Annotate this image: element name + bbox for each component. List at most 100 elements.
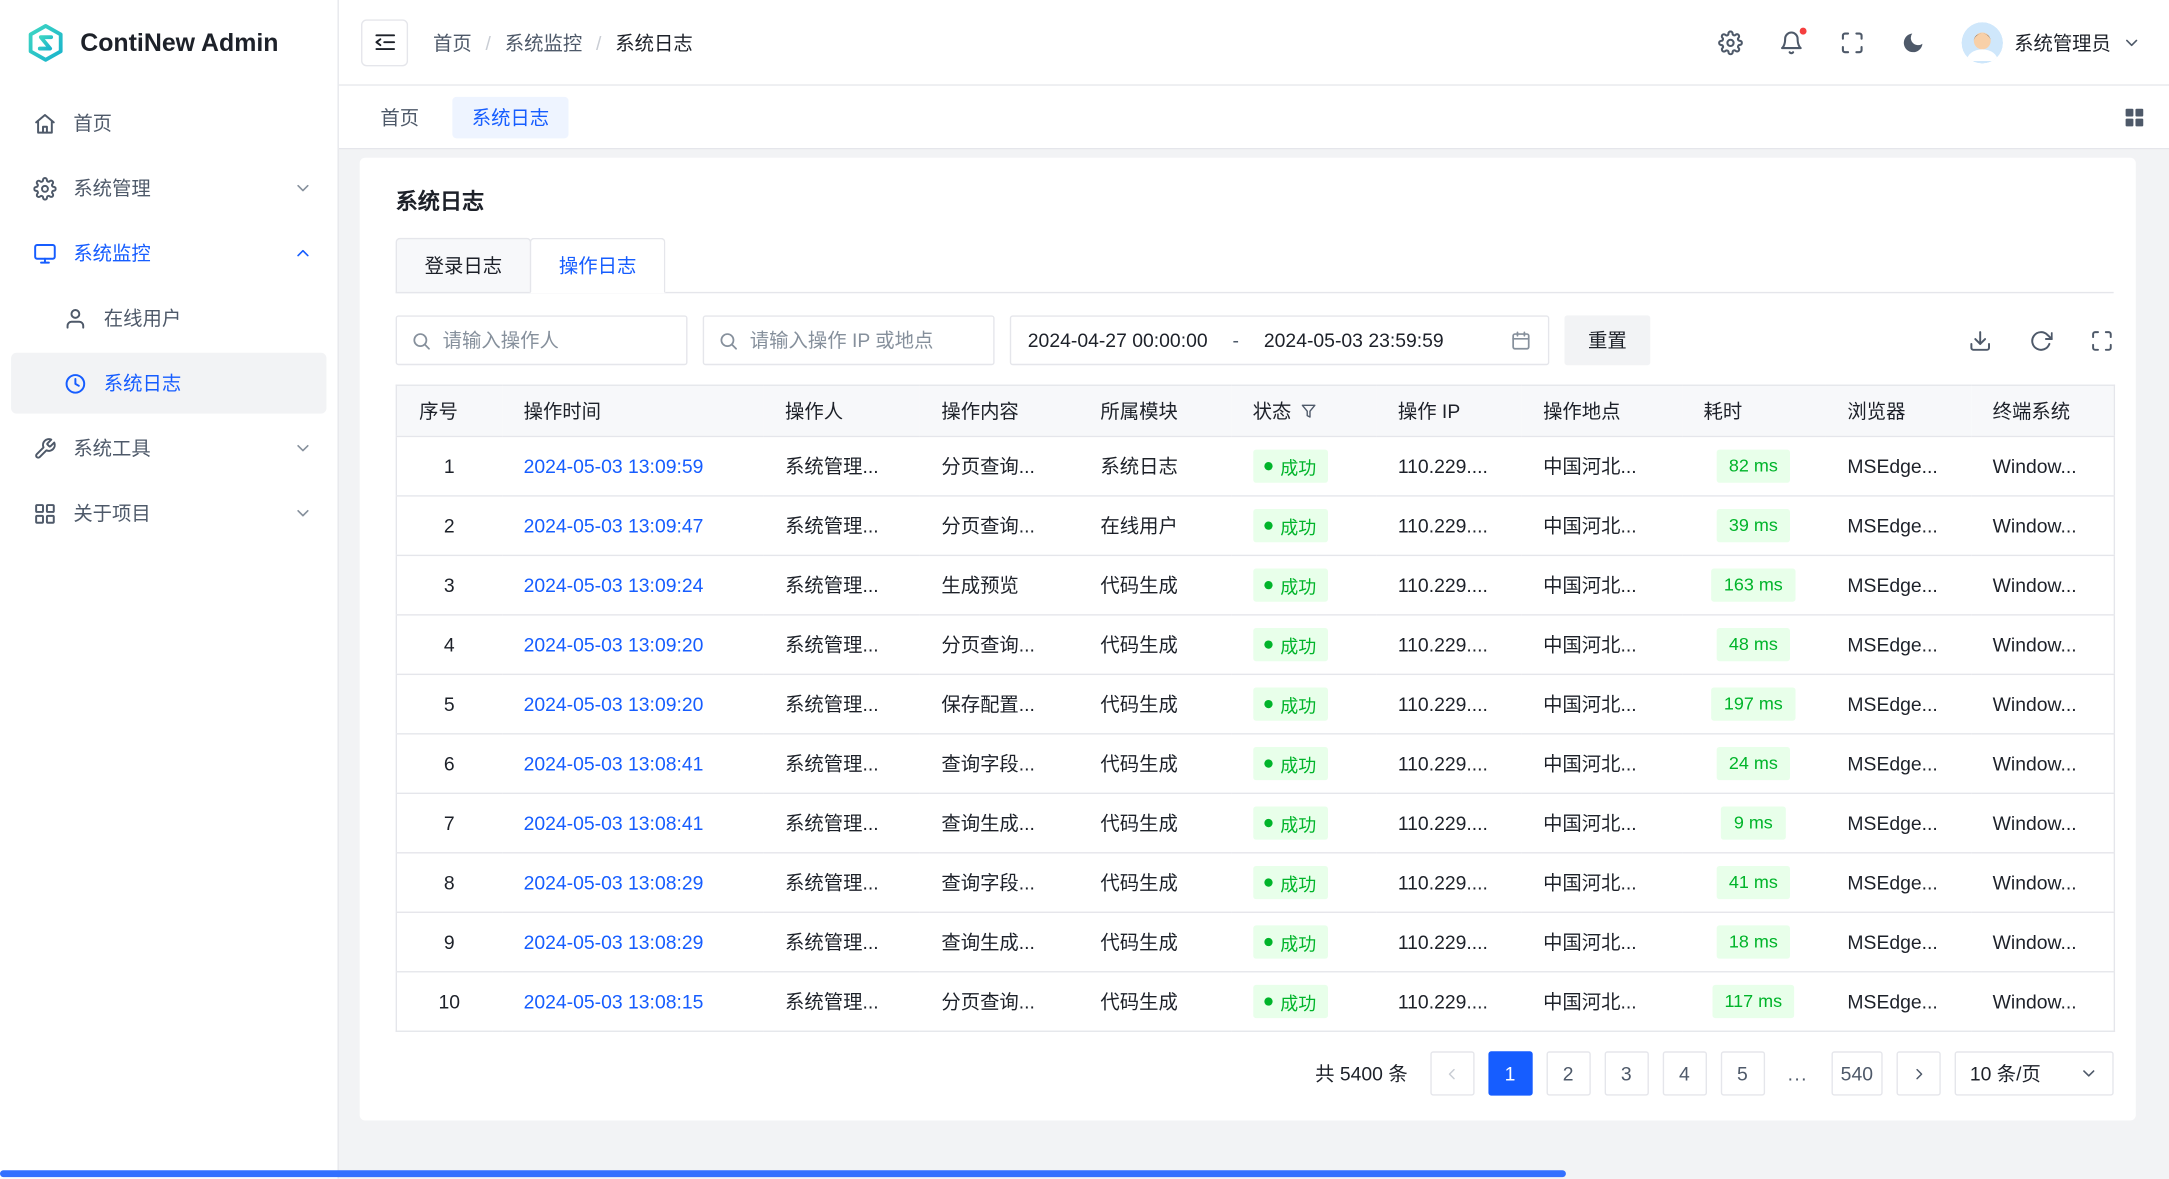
time-link[interactable]: 2024-05-03 13:09:47 [524, 515, 704, 537]
cell-ip: 110.229.... [1376, 674, 1521, 733]
sidebar-item-label: 系统工具 [73, 434, 276, 462]
page-button-3[interactable]: 3 [1604, 1051, 1648, 1095]
page-button-5[interactable]: 5 [1720, 1051, 1764, 1095]
page-button-1[interactable]: 1 [1488, 1051, 1532, 1095]
sidebar-item-label: 在线用户 [104, 304, 313, 332]
cell-content: 查询字段... [919, 734, 1078, 793]
ip-search-field[interactable] [703, 315, 995, 365]
page-button-2[interactable]: 2 [1546, 1051, 1590, 1095]
cell-browser: MSEdge... [1825, 793, 1970, 852]
cell-os: Window... [1971, 793, 2115, 852]
brand[interactable]: ContiNew Admin [0, 0, 338, 86]
user-menu[interactable]: 系统管理员 [1962, 21, 2142, 62]
moon-icon [1901, 30, 1926, 55]
cell-location: 中国河北... [1521, 972, 1681, 1031]
table-row: 5 2024-05-03 13:09:20 系统管理... 保存配置... 代码… [396, 674, 2114, 733]
sidebar-item-home[interactable]: 首页 [11, 93, 326, 154]
cell-location: 中国河北... [1521, 912, 1681, 971]
duration-badge: 117 ms [1712, 985, 1795, 1018]
col-operator: 操作人 [763, 385, 919, 436]
tab-system-logs[interactable]: 系统日志 [452, 96, 568, 137]
sidebar-item-system-monitor[interactable]: 系统监控 [11, 223, 326, 284]
table-header-row: 序号 操作时间 操作人 操作内容 所属模块 状态 操作 IP 操作地点 耗时 浏… [396, 385, 2114, 436]
chevron-right-icon [1910, 1064, 1928, 1082]
operator-search-field[interactable] [396, 315, 688, 365]
download-icon [1968, 329, 1992, 353]
user-name: 系统管理员 [2014, 28, 2111, 56]
table-body: 1 2024-05-03 13:09:59 系统管理... 分页查询... 系统… [396, 436, 2114, 1031]
prev-page-button[interactable] [1430, 1051, 1474, 1095]
table-row: 1 2024-05-03 13:09:59 系统管理... 分页查询... 系统… [396, 436, 2114, 495]
export-button[interactable] [1968, 329, 1992, 353]
ip-search-input[interactable] [750, 329, 980, 351]
theme-toggle-button[interactable] [1901, 30, 1926, 55]
maximize-icon [2090, 329, 2114, 353]
time-link[interactable]: 2024-05-03 13:09:24 [524, 574, 704, 596]
table-fullscreen-button[interactable] [2090, 329, 2114, 353]
cell-browser: MSEdge... [1825, 734, 1970, 793]
col-status: 状态 [1230, 385, 1375, 436]
time-link[interactable]: 2024-05-03 13:08:41 [524, 753, 704, 775]
horizontal-scrollbar-thumb[interactable] [0, 1170, 1566, 1177]
time-link[interactable]: 2024-05-03 13:08:29 [524, 931, 704, 953]
cell-index: 3 [396, 555, 501, 614]
fullscreen-button[interactable] [1840, 30, 1865, 55]
cell-status: 成功 [1230, 912, 1375, 971]
status-dot [1264, 819, 1272, 827]
duration-badge: 163 ms [1711, 569, 1795, 602]
operator-search-input[interactable] [443, 329, 673, 351]
sidebar-item-system-tools[interactable]: 系统工具 [11, 418, 326, 479]
time-link[interactable]: 2024-05-03 13:08:29 [524, 871, 704, 893]
refresh-button[interactable] [2029, 329, 2053, 353]
filter-bar: 2024-04-27 00:00:00 - 2024-05-03 23:59:5… [396, 315, 2114, 365]
col-duration: 耗时 [1681, 385, 1825, 436]
time-link[interactable]: 2024-05-03 13:09:59 [524, 455, 704, 477]
cell-location: 中国河北... [1521, 436, 1681, 495]
page-size-select[interactable]: 10 条/页 [1955, 1051, 2114, 1095]
filter-funnel-icon[interactable] [1300, 403, 1317, 420]
cell-index: 6 [396, 734, 501, 793]
col-os: 终端系统 [1971, 385, 2115, 436]
reset-button[interactable]: 重置 [1565, 315, 1651, 365]
time-link[interactable]: 2024-05-03 13:09:20 [524, 634, 704, 656]
cell-browser: MSEdge... [1825, 615, 1970, 674]
sidebar-item-online-users[interactable]: 在线用户 [11, 288, 326, 349]
col-content: 操作内容 [919, 385, 1078, 436]
cell-module: 代码生成 [1078, 615, 1230, 674]
date-range-picker[interactable]: 2024-04-27 00:00:00 - 2024-05-03 23:59:5… [1010, 315, 1549, 365]
menu-collapse-button[interactable] [361, 19, 408, 66]
tab-operation-logs[interactable]: 操作日志 [530, 238, 666, 293]
duration-badge: 24 ms [1716, 747, 1790, 780]
duration-badge: 9 ms [1721, 806, 1785, 839]
status-badge: 成功 [1253, 985, 1328, 1018]
cell-operator: 系统管理... [763, 793, 919, 852]
cell-module: 代码生成 [1078, 555, 1230, 614]
breadcrumb-system-monitor[interactable]: 系统监控 [505, 28, 582, 56]
table-row: 9 2024-05-03 13:08:29 系统管理... 查询生成... 代码… [396, 912, 2114, 971]
col-status-label: 状态 [1253, 400, 1292, 422]
notifications-button[interactable] [1779, 30, 1804, 55]
page-tabs-bar: 首页 系统日志 [339, 86, 2169, 150]
tab-login-logs[interactable]: 登录日志 [396, 238, 532, 293]
time-link[interactable]: 2024-05-03 13:08:41 [524, 812, 704, 834]
status-dot [1264, 581, 1272, 589]
status-badge: 成功 [1253, 747, 1328, 780]
duration-badge: 197 ms [1711, 687, 1795, 720]
next-page-button[interactable] [1897, 1051, 1941, 1095]
cell-duration: 163 ms [1681, 555, 1825, 614]
sidebar-item-system-management[interactable]: 系统管理 [11, 158, 326, 219]
time-link[interactable]: 2024-05-03 13:08:15 [524, 990, 704, 1012]
sidebar-item-system-logs[interactable]: 系统日志 [11, 353, 326, 414]
breadcrumb-home[interactable]: 首页 [433, 28, 472, 56]
tab-home[interactable]: 首页 [361, 96, 438, 137]
cell-index: 2 [396, 496, 501, 555]
settings-button[interactable] [1718, 30, 1743, 55]
page-button-540[interactable]: 540 [1831, 1051, 1883, 1095]
cell-browser: MSEdge... [1825, 674, 1970, 733]
page-button-4[interactable]: 4 [1662, 1051, 1706, 1095]
page-ellipsis[interactable]: ... [1778, 1062, 1817, 1084]
time-link[interactable]: 2024-05-03 13:09:20 [524, 693, 704, 715]
duration-badge: 41 ms [1716, 866, 1790, 899]
tab-options-button[interactable] [2122, 104, 2147, 129]
sidebar-item-about[interactable]: 关于项目 [11, 483, 326, 544]
